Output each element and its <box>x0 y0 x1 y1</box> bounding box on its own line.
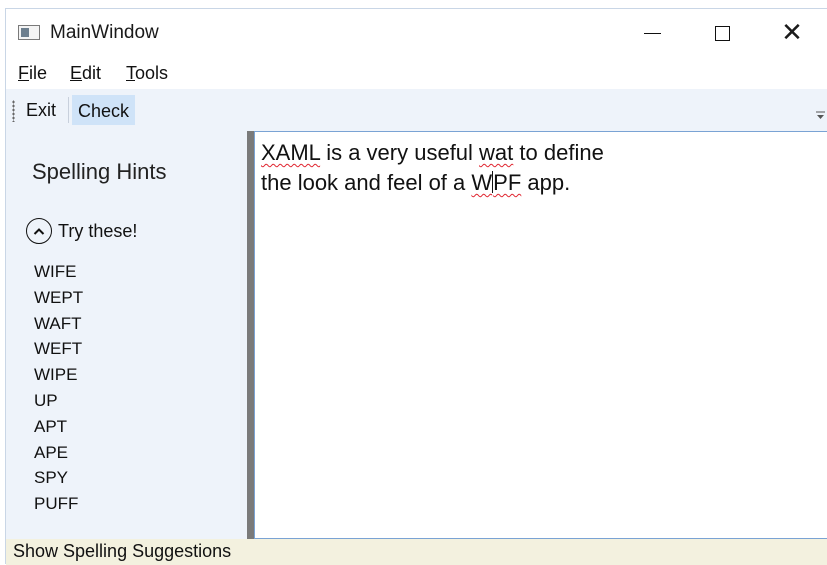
menu-edit[interactable]: Edit <box>70 63 101 84</box>
suggestion-item[interactable]: PUFF <box>34 491 83 517</box>
editor-text-run: is a very useful <box>320 140 480 165</box>
editor-line: the look and feel of a WPF app. <box>261 168 604 198</box>
status-bar: Show Spelling Suggestions <box>6 539 827 565</box>
editor-text-run: app. <box>521 170 571 195</box>
spelling-hints-title: Spelling Hints <box>32 159 167 184</box>
expander-label: Try these! <box>58 220 138 241</box>
maximize-button[interactable] <box>687 9 757 57</box>
suggestion-item[interactable]: APE <box>34 440 83 466</box>
toolbar-separator <box>68 97 69 123</box>
suggestion-item[interactable]: WEFT <box>34 336 83 362</box>
menu-tools[interactable]: Tools <box>126 63 168 84</box>
close-button[interactable]: ✕ <box>757 9 827 57</box>
suggestion-item[interactable]: WIFE <box>34 259 83 285</box>
title-bar[interactable]: MainWindow ✕ <box>6 9 827 57</box>
suggestion-list: WIFE WEPT WAFT WEFT WIPE UP APT APE SPY … <box>34 259 83 517</box>
suggestion-item[interactable]: WAFT <box>34 311 83 337</box>
toolbar: Exit Check <box>6 89 827 131</box>
minimize-button[interactable] <box>617 9 687 57</box>
misspelled-word[interactable]: wat <box>479 140 513 165</box>
maximize-icon <box>714 25 730 41</box>
misspelled-word[interactable]: XAML <box>261 140 320 165</box>
toolbar-grip-icon[interactable] <box>12 100 15 122</box>
window-app-icon <box>18 25 40 40</box>
grid-splitter[interactable] <box>247 131 254 539</box>
suggestion-item[interactable]: APT <box>34 414 83 440</box>
editor-text-run: the look and feel of a <box>261 170 472 195</box>
minimize-icon <box>643 32 661 34</box>
toolbar-overflow-icon[interactable] <box>816 111 825 121</box>
exit-button[interactable]: Exit <box>21 95 61 125</box>
editor-content[interactable]: XAML is a very useful wat to define the … <box>261 138 604 198</box>
chevron-up-icon[interactable] <box>26 218 52 244</box>
text-editor[interactable]: XAML is a very useful wat to define the … <box>254 131 827 539</box>
suggestion-item[interactable]: WEPT <box>34 285 83 311</box>
suggestion-item[interactable]: SPY <box>34 465 83 491</box>
spelling-hints-panel: Spelling Hints Try these! WIFE WEPT WAFT… <box>6 131 247 539</box>
suggestion-item[interactable]: WIPE <box>34 362 83 388</box>
editor-line: XAML is a very useful wat to define <box>261 138 604 168</box>
suggestion-item[interactable]: UP <box>34 388 83 414</box>
status-text: Show Spelling Suggestions <box>13 541 232 561</box>
menu-file[interactable]: File <box>18 63 47 84</box>
main-window: MainWindow ✕ File Edit Tools Exit Check … <box>5 8 827 565</box>
window-title: MainWindow <box>50 22 159 43</box>
editor-text-run: to define <box>513 140 604 165</box>
misspelled-word[interactable]: WPF <box>471 170 521 195</box>
close-icon: ✕ <box>781 18 803 48</box>
check-button[interactable]: Check <box>72 95 136 125</box>
menu-bar: File Edit Tools <box>6 57 827 89</box>
try-these-expander[interactable]: Try these! <box>26 218 137 244</box>
